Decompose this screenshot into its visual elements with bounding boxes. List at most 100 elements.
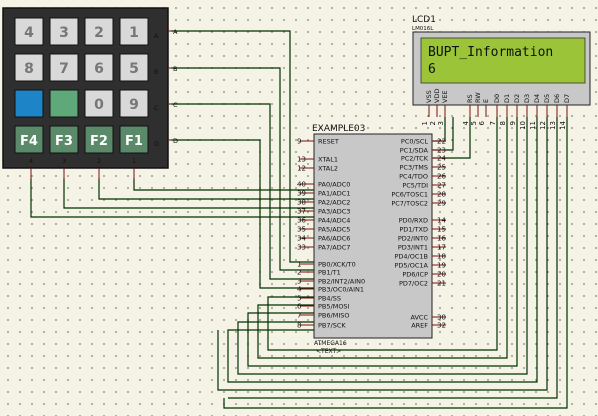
mcu-pin-number: 37 — [297, 208, 306, 216]
keypad-key-5[interactable]: 5 — [119, 53, 149, 82]
lcd-pins: VSS 1 VDD 2 VEE 3 RS 4 RW 5 E 6 D0 7 D1 8 D2 9 D3 10 D4 11 D5 1… — [421, 89, 571, 130]
wire-row-b[interactable] — [171, 67, 314, 271]
keypad-key-f2[interactable]: F2 — [84, 125, 114, 154]
wire-row-d[interactable] — [171, 139, 314, 289]
mcu-pin-pc6-tosc1[interactable]: 28 PC6/TOSC1 — [391, 191, 446, 199]
keypad-col-label-1: 1 — [132, 157, 136, 165]
mcu-pin-pd7-oc2[interactable]: 21 PD7/OC2 — [399, 280, 446, 288]
mcu-pin-number: 9 — [297, 138, 301, 146]
mcu-pin-pa6-adc6[interactable]: 34 PA6/ADC6 — [297, 235, 350, 243]
keypad-key-0[interactable]: 0 — [84, 89, 114, 118]
lcd-pin-name: D7 — [563, 94, 571, 103]
keypad-row-tag-b: B — [173, 65, 177, 73]
lcd-pin-number: 14 — [559, 120, 567, 129]
mcu-pin-name: PD5/OC1A — [395, 262, 429, 270]
keypad-key-4[interactable]: 4 — [14, 17, 44, 46]
mcu-pin-pc2-tck[interactable]: 24 PC2/TCK — [401, 155, 447, 163]
mcu-pin-pa3-adc3[interactable]: 37 PA3/ADC3 — [297, 208, 350, 216]
mcu-pin-name: PC7/TOSC2 — [391, 200, 428, 208]
mcu-pin-number: 28 — [437, 191, 446, 199]
mcu-pin-pb4-ss[interactable]: 5 PB4/SS — [297, 295, 341, 303]
mcu-part: ATMEGA16 — [314, 340, 347, 347]
mcu-pin-pa5-adc5[interactable]: 35 PA5/ADC5 — [297, 226, 350, 234]
mcu-pin-pd6-icp[interactable]: 20 PD6/ICP — [402, 271, 446, 279]
mcu-pin-pa4-adc4[interactable]: 36 PA4/ADC4 — [297, 217, 350, 225]
keypad-key-label: 5 — [129, 61, 139, 77]
wire-col-4[interactable] — [30, 178, 314, 218]
mcu-pin-pb5-mosi[interactable]: 6 PB5/MOSI — [297, 303, 350, 311]
mcu-pin-pa1-adc1[interactable]: 39 PA1/ADC1 — [297, 190, 350, 198]
mcu-pin-pc7-tosc2[interactable]: 29 PC7/TOSC2 — [391, 200, 446, 208]
mcu-pin-name: PD6/ICP — [402, 271, 428, 279]
mcu-pin-number: 34 — [297, 235, 306, 243]
mcu-pin-name: PD7/OC2 — [399, 280, 428, 288]
keypad-key-6[interactable]: 6 — [84, 53, 114, 82]
keypad[interactable]: 4 3 2 1 8 7 6 5 0 9 F4 F3 F2 F1 A B C D A B C D 4 3 2… — [2, 7, 178, 180]
mcu-pin-xtal2[interactable]: 12 XTAL2 — [297, 165, 338, 173]
keypad-key-1[interactable]: 1 — [119, 17, 149, 46]
mcu-text-placeholder: <TEXT> — [316, 348, 341, 355]
lcd-pin-number: 1 — [421, 121, 429, 125]
keypad-key-label: 1 — [129, 25, 139, 41]
mcu-pin-number: 20 — [437, 271, 446, 279]
mcu-pin-pd0-rxd[interactable]: 14 PD0/RXD — [399, 217, 447, 225]
mcu-pin-pc1-sda[interactable]: 23 PC1/SDA — [400, 147, 446, 155]
mcu-pin-pb3-oc0-ain1[interactable]: 4 PB3/OC0/AIN1 — [297, 286, 364, 294]
mcu[interactable]: EXAMPLE03 ATMEGA16 <TEXT> 9 RESET13 XTAL11… — [297, 124, 446, 355]
mcu-pin-pd1-txd[interactable]: 15 PD1/TXD — [399, 226, 446, 234]
lcd-pin-name: VEE — [441, 90, 449, 103]
mcu-pin-number: 30 — [437, 314, 446, 322]
mcu-pin-name: PC2/TCK — [401, 155, 429, 163]
lcd[interactable]: LCD1 LM016L BUPT_Information 6 VSS1VDD2V… — [412, 15, 591, 130]
mcu-pin-name: RESET — [318, 138, 339, 146]
mcu-pin-name: PC3/TMS — [400, 164, 429, 172]
lcd-pin-name: D2 — [513, 94, 521, 103]
mcu-pin-name: PC4/TDO — [399, 173, 428, 181]
mcu-pin-pa7-adc7[interactable]: 33 PA7/ADC7 — [297, 244, 350, 252]
wire-col-1[interactable] — [133, 178, 314, 191]
keypad-row-tag-d: D — [173, 137, 178, 145]
mcu-pin-number: 15 — [437, 226, 446, 234]
keypad-key-blue[interactable] — [14, 89, 44, 118]
keypad-key-green[interactable] — [49, 89, 79, 118]
mcu-pin-pd4-oc1b[interactable]: 18 PD4/OC1B — [395, 253, 447, 261]
mcu-pin-xtal1[interactable]: 13 XTAL1 — [297, 156, 338, 164]
mcu-pin-number: 16 — [437, 235, 446, 243]
lcd-pin-number: 9 — [509, 121, 517, 125]
mcu-pin-pd5-oc1a[interactable]: 19 PD5/OC1A — [395, 262, 447, 270]
mcu-pin-number: 25 — [437, 164, 446, 172]
mcu-pin-pa0-adc0[interactable]: 40 PA0/ADC0 — [297, 181, 350, 189]
mcu-pin-pa2-adc2[interactable]: 38 PA2/ADC2 — [297, 199, 350, 207]
wire-row-c[interactable] — [171, 103, 314, 280]
mcu-pin-name: PB5/MOSI — [318, 303, 350, 311]
keypad-key-9[interactable]: 9 — [119, 89, 149, 118]
mcu-pin-pc0-scl[interactable]: 22 PC0/SCL — [401, 138, 446, 146]
keypad-key-2[interactable]: 2 — [84, 17, 114, 46]
mcu-pin-pb7-sck[interactable]: 8 PB7/SCK — [297, 322, 346, 330]
mcu-pin-number: 19 — [437, 262, 446, 270]
keypad-key-8[interactable]: 8 — [14, 53, 44, 82]
mcu-pin-name: PB7/SCK — [318, 322, 346, 330]
wire-col-2[interactable] — [98, 178, 314, 200]
mcu-pin-name: PB6/MISO — [318, 312, 349, 320]
keypad-key-f3[interactable]: F3 — [49, 125, 79, 154]
keypad-key-f4[interactable]: F4 — [14, 125, 44, 154]
mcu-pin-reset[interactable]: 9 RESET — [297, 138, 339, 146]
schematic-canvas[interactable]: 4 3 2 18 7 6 50 9F4 F3 F2 F1 A B C D A B C D 4 3 2… — [0, 0, 598, 416]
mcu-pin-name: PD0/RXD — [399, 217, 428, 225]
mcu-pin-number: 33 — [297, 244, 306, 252]
mcu-pin-pd2-int0[interactable]: 16 PD2/INT0 — [398, 235, 447, 243]
mcu-pin-pc5-tdi[interactable]: 27 PC5/TDI — [402, 182, 446, 190]
keypad-key-3[interactable]: 3 — [49, 17, 79, 46]
mcu-pin-name: AREF — [411, 322, 428, 330]
keypad-key-f1[interactable]: F1 — [119, 125, 149, 154]
mcu-pin-pc4-tdo[interactable]: 26 PC4/TDO — [399, 173, 446, 181]
lcd-pin-name: D3 — [523, 94, 531, 103]
wire-col-3[interactable] — [63, 178, 314, 209]
mcu-pin-name: PA2/ADC2 — [318, 199, 350, 207]
keypad-row-label-a: A — [154, 32, 159, 40]
wire-row-a[interactable] — [171, 30, 314, 263]
keypad-key-7[interactable]: 7 — [49, 53, 79, 82]
mcu-pin-pc3-tms[interactable]: 25 PC3/TMS — [400, 164, 447, 172]
mcu-pin-pd3-int1[interactable]: 17 PD3/INT1 — [398, 244, 446, 252]
